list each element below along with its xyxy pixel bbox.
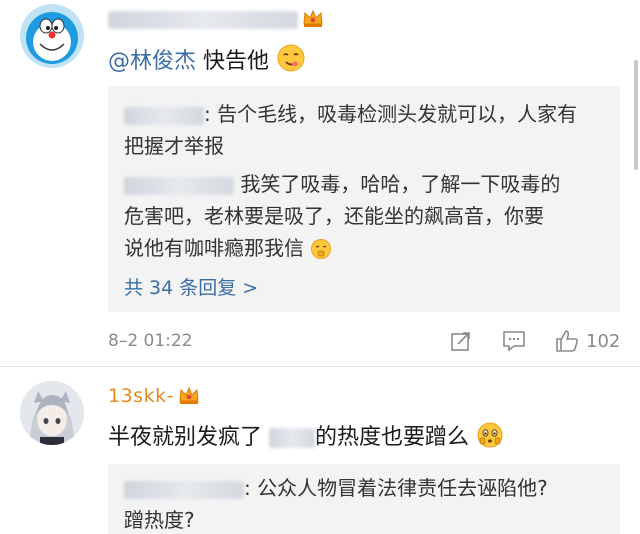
comment-1-content: @林俊杰 快告他 bbox=[108, 43, 306, 82]
redacted-username bbox=[124, 176, 234, 195]
shush-emoji-icon bbox=[310, 237, 332, 269]
reply-item[interactable]: 我笑了吸毒，哈哈，了解一下吸毒的 危害吧，老林要是吸了，还能坐的飙高音，你要 说… bbox=[124, 168, 560, 269]
reply-text: : 告个毛线，吸毒检测头发就可以，人家有 bbox=[204, 102, 578, 126]
username-2[interactable]: 13skk- bbox=[108, 385, 200, 410]
comment-text: 半夜就别发疯了 bbox=[108, 425, 269, 450]
comment-time: 8–2 01:22 bbox=[108, 331, 193, 351]
avatar-doraemon[interactable] bbox=[20, 4, 84, 68]
reply-text: 危害吧，老林要是吸了，还能坐的飙高音，你要 bbox=[124, 204, 544, 228]
comment-text: 的热度也要蹭么 bbox=[315, 425, 470, 450]
reply-text: 把握才举报 bbox=[124, 134, 224, 158]
reply-text: : 公众人物冒着法律责任去诬陷他? bbox=[244, 476, 548, 500]
username-text: 13skk- bbox=[108, 385, 174, 407]
mention-link[interactable]: @林俊杰 bbox=[108, 49, 196, 74]
reply-item[interactable]: : 告个毛线，吸毒检测头发就可以，人家有 把握才举报 bbox=[124, 98, 577, 162]
share-icon bbox=[451, 332, 470, 351]
redacted-username bbox=[108, 10, 298, 29]
crown-badge-icon bbox=[178, 385, 200, 410]
scared-emoji-icon bbox=[476, 421, 504, 458]
reply-box-1: : 告个毛线，吸毒检测头发就可以，人家有 把握才举报 我笑了吸毒，哈哈，了解一下… bbox=[108, 86, 620, 312]
reply-box-2: : 公众人物冒着法律责任去诬陷他? 蹭热度? bbox=[108, 464, 620, 534]
reply-text: 我笑了吸毒，哈哈，了解一下吸毒的 bbox=[234, 172, 561, 196]
reply-item[interactable]: : 公众人物冒着法律责任去诬陷他? 蹭热度? bbox=[124, 472, 548, 534]
comment-2-content: 半夜就别发疯了 的热度也要蹭么 bbox=[108, 421, 504, 458]
avatar-anime-girl[interactable] bbox=[20, 381, 84, 445]
like-button[interactable]: 102 bbox=[554, 328, 620, 354]
redacted-name bbox=[269, 428, 315, 448]
share-button[interactable] bbox=[450, 330, 472, 352]
username-1[interactable] bbox=[108, 8, 324, 33]
scrollbar[interactable] bbox=[634, 60, 638, 170]
thumbs-up-icon bbox=[556, 330, 579, 352]
more-replies-link[interactable]: 共 34 条回复 > bbox=[124, 273, 258, 300]
like-count: 102 bbox=[586, 330, 621, 352]
redacted-username bbox=[124, 480, 244, 499]
reply-text: 蹭热度? bbox=[124, 508, 195, 532]
reply-text: 说他有咖啡瘾那我信 bbox=[124, 236, 304, 260]
redacted-username bbox=[124, 106, 204, 125]
comment-button[interactable] bbox=[502, 330, 526, 352]
crown-badge-icon bbox=[302, 8, 324, 33]
yummy-emoji-icon bbox=[276, 43, 306, 82]
comment-divider bbox=[0, 366, 640, 367]
comment-text: 快告他 bbox=[196, 49, 270, 74]
comment-icon bbox=[503, 331, 525, 352]
